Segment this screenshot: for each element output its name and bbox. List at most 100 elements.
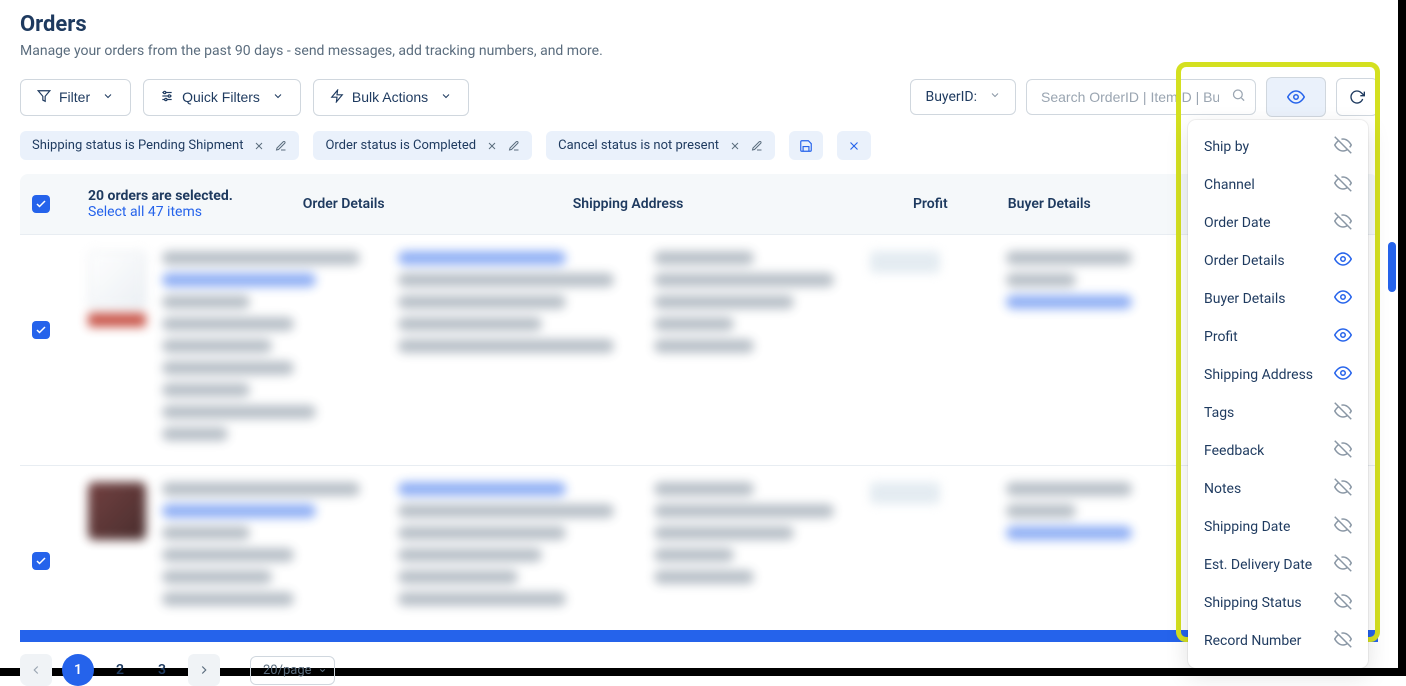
filter-chip-cancel-status: Cancel status is not present [546,131,775,160]
orders-table: 20 orders are selected. Select all 47 it… [20,174,1378,686]
page-1[interactable]: 1 [62,654,94,686]
select-all-link[interactable]: Select all 47 items [88,204,233,220]
remove-chip-icon[interactable] [253,140,265,152]
column-toggle-label: Feedback [1204,443,1264,459]
filter-icon [37,89,51,106]
eye-off-icon [1334,136,1352,158]
page-2[interactable]: 2 [104,654,136,686]
table-row [20,465,1378,630]
column-toggle-label: Notes [1204,481,1241,497]
search-input[interactable] [1026,79,1256,115]
eye-off-icon [1334,592,1352,614]
search-group: BuyerID: [910,77,1378,117]
column-toggle-item[interactable]: Channel [1188,166,1368,204]
column-toggle-item[interactable]: Ship by [1188,128,1368,166]
column-toggle-item[interactable]: Shipping Date [1188,508,1368,546]
page-size-select[interactable]: 20/page [250,656,335,685]
column-toggle-label: Est. Delivery Date [1204,557,1312,573]
eye-icon [1334,326,1352,348]
eye-icon [1334,364,1352,386]
column-header-buyer-details[interactable]: Buyer Details [1008,196,1091,212]
column-visibility-button[interactable] [1266,77,1326,117]
eye-off-icon [1334,478,1352,500]
select-all-checkbox[interactable] [32,195,50,213]
column-toggle-item[interactable]: Order Details [1188,242,1368,280]
product-badge [88,313,146,327]
pagination: 1 2 3 20/page [20,642,1378,686]
column-header-order-details[interactable]: Order Details [303,196,573,212]
remove-chip-icon[interactable] [486,140,498,152]
chevron-down-icon [440,89,452,105]
column-toggle-label: Shipping Date [1204,519,1290,535]
quick-filters-label: Quick Filters [182,89,260,105]
column-visibility-dropdown: Ship by Channel Order Date Order Details Buy… [1188,120,1368,668]
edit-chip-icon[interactable] [508,140,520,152]
column-header-shipping-address[interactable]: Shipping Address [573,196,828,212]
active-filters: Shipping status is Pending Shipment Orde… [20,131,1378,160]
column-toggle-label: Profit [1204,329,1238,345]
refresh-button[interactable] [1336,78,1378,116]
chip-label: Order status is Completed [325,138,476,153]
filter-chip-shipping-status: Shipping status is Pending Shipment [20,131,299,160]
column-toggle-item[interactable]: Record Number [1188,622,1368,660]
buyer-id-label: BuyerID: [925,89,977,105]
prev-page-button[interactable] [20,654,52,686]
remove-chip-icon[interactable] [729,140,741,152]
filter-button[interactable]: Filter [20,79,131,116]
eye-off-icon [1334,212,1352,234]
chip-label: Cancel status is not present [558,138,719,153]
eye-off-icon [1334,440,1352,462]
sliders-icon [160,89,174,106]
selection-count: 20 orders are selected. [88,188,233,204]
horizontal-scrollbar[interactable] [20,630,1378,642]
column-toggle-item[interactable]: Feedback [1188,432,1368,470]
save-filter-button[interactable] [789,131,823,160]
column-toggle-item[interactable]: Tags [1188,394,1368,432]
vertical-scrollbar[interactable] [1388,242,1396,292]
column-header-profit[interactable]: Profit [828,196,948,212]
chevron-down-icon [102,89,114,105]
page-subtitle: Manage your orders from the past 90 days… [20,43,1378,59]
buyer-id-select[interactable]: BuyerID: [910,79,1016,115]
eye-off-icon [1334,630,1352,652]
column-toggle-item[interactable]: Order Date [1188,204,1368,242]
edit-chip-icon[interactable] [275,140,287,152]
column-toggle-label: Channel [1204,177,1255,193]
page-3[interactable]: 3 [146,654,178,686]
chevron-down-icon [272,89,284,105]
column-toggle-item[interactable]: Notes [1188,470,1368,508]
eye-icon [1334,250,1352,272]
eye-off-icon [1334,554,1352,576]
next-page-button[interactable] [188,654,220,686]
eye-off-icon [1334,402,1352,424]
row-checkbox[interactable] [32,321,50,339]
column-toggle-item[interactable]: Profit [1188,318,1368,356]
toolbar: Filter Quick Filters Bulk Actions [20,77,1378,117]
column-toggle-item[interactable]: Shipping Address [1188,356,1368,394]
chevron-down-icon [989,89,1001,105]
quick-filters-button[interactable]: Quick Filters [143,79,301,116]
filter-label: Filter [59,89,90,105]
eye-off-icon [1334,516,1352,538]
column-toggle-label: Record Number [1204,633,1301,649]
table-row [20,234,1378,465]
column-toggle-label: Ship by [1204,139,1249,155]
chip-label: Shipping status is Pending Shipment [32,138,243,153]
row-checkbox[interactable] [32,552,50,570]
column-toggle-item[interactable]: Est. Delivery Date [1188,546,1368,584]
eye-icon [1334,288,1352,310]
search-icon [1231,88,1246,107]
column-toggle-item[interactable]: Shipping Status [1188,584,1368,622]
page-title: Orders [20,12,1378,37]
column-toggle-item[interactable]: Buyer Details [1188,280,1368,318]
column-toggle-label: Order Details [1204,253,1285,269]
bulk-actions-button[interactable]: Bulk Actions [313,79,469,116]
clear-filters-button[interactable] [837,131,871,160]
product-thumbnail [88,482,146,540]
column-toggle-label: Shipping Address [1204,367,1313,383]
bolt-icon [330,89,344,106]
filter-chip-order-status: Order status is Completed [313,131,532,160]
edit-chip-icon[interactable] [751,140,763,152]
bulk-actions-label: Bulk Actions [352,89,428,105]
column-toggle-label: Tags [1204,405,1234,421]
